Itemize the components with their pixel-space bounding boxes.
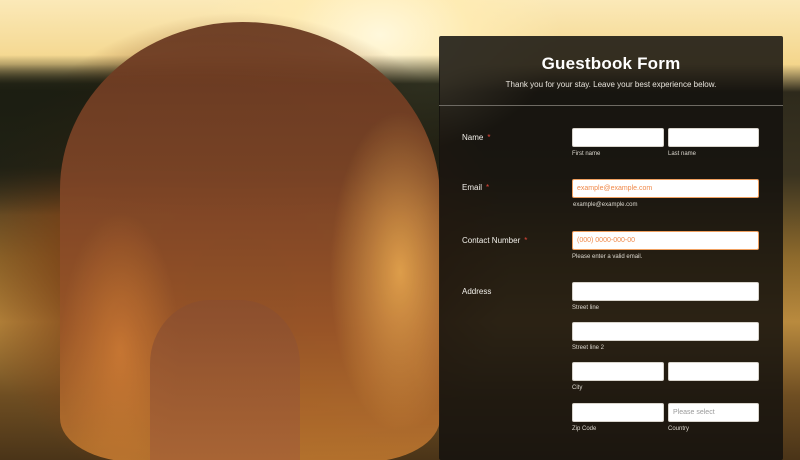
street-line-2-sublabel: Street line 2: [572, 345, 605, 351]
first-name-sublabel: First name: [572, 151, 601, 157]
zip-code-sublabel: Zip Code: [572, 426, 597, 432]
zip-code-input[interactable]: [572, 403, 664, 422]
page-background: Guestbook Form Thank you for your stay. …: [0, 0, 800, 460]
email-label: Email *: [462, 183, 489, 192]
state-input[interactable]: [668, 362, 759, 381]
contact-number-label: Contact Number *: [462, 236, 527, 245]
name-label-text: Name: [462, 133, 484, 142]
email-input[interactable]: example@example.com: [572, 179, 759, 198]
background-photo-shoulder: [150, 300, 300, 460]
email-placeholder: example@example.com: [577, 185, 653, 192]
address-label: Address: [462, 287, 491, 296]
contact-required-mark: *: [524, 236, 528, 245]
form-subtitle: Thank you for your stay. Leave your best…: [505, 80, 717, 89]
last-name-sublabel: Last name: [668, 151, 697, 157]
form-header: Guestbook Form Thank you for your stay. …: [439, 36, 783, 106]
country-sublabel: Country: [668, 426, 690, 432]
email-sublabel: example@example.com: [573, 202, 638, 208]
country-placeholder: Please select: [673, 409, 715, 416]
name-required-mark: *: [487, 133, 491, 142]
email-required-mark: *: [486, 183, 490, 192]
contact-number-placeholder: (000) 0000-000-00: [577, 237, 635, 244]
contact-number-input[interactable]: (000) 0000-000-00: [572, 231, 759, 250]
guestbook-form-panel: Guestbook Form Thank you for your stay. …: [439, 36, 783, 460]
city-sublabel: City: [572, 385, 583, 391]
street-line-sublabel: Street line: [572, 305, 600, 311]
form-title: Guestbook Form: [541, 54, 681, 73]
street-line-input[interactable]: [572, 282, 759, 301]
contact-number-label-text: Contact Number: [462, 236, 521, 245]
country-select[interactable]: Please select: [668, 403, 759, 422]
address-label-text: Address: [462, 287, 492, 296]
email-label-text: Email: [462, 183, 483, 192]
contact-number-sublabel: Please enter a valid email.: [572, 254, 643, 260]
street-line-2-input[interactable]: [572, 322, 759, 341]
city-input[interactable]: [572, 362, 664, 381]
last-name-input[interactable]: [668, 128, 759, 147]
name-label: Name *: [462, 133, 490, 142]
first-name-input[interactable]: [572, 128, 664, 147]
